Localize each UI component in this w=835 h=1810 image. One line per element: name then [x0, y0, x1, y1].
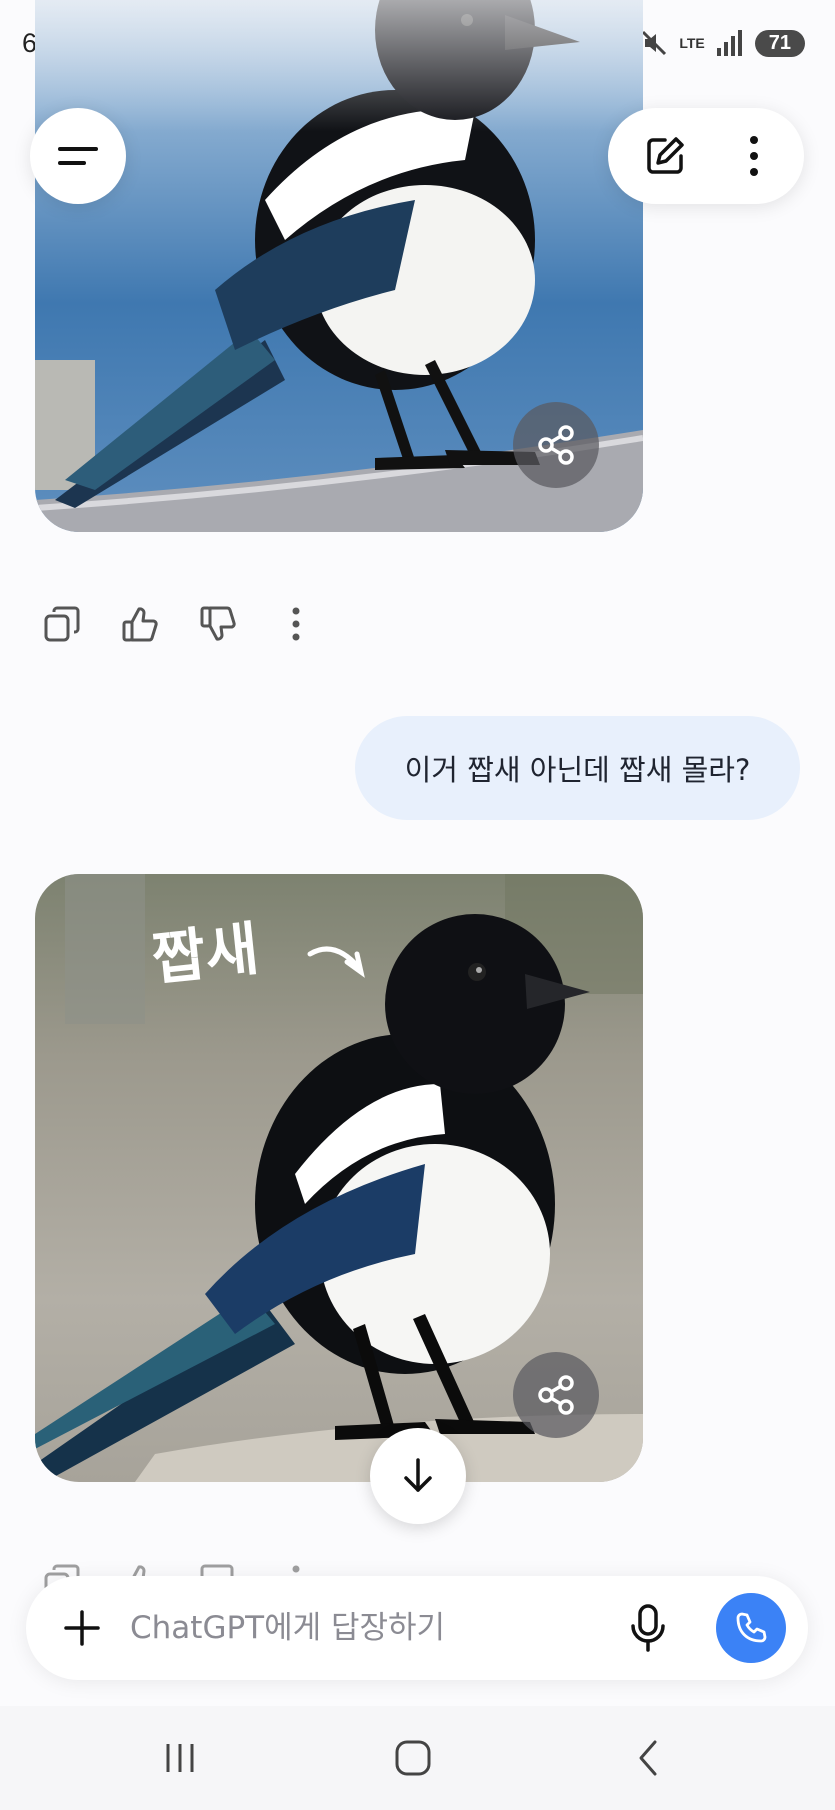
- system-navigation-bar: [0, 1706, 835, 1810]
- voice-call-button[interactable]: [716, 1593, 786, 1663]
- scroll-to-bottom-button[interactable]: [370, 1428, 466, 1524]
- generated-image-1[interactable]: [35, 0, 643, 532]
- share-image-button[interactable]: [513, 1352, 599, 1438]
- image-annotation: 짭새: [149, 915, 262, 994]
- voice-input-button[interactable]: [618, 1598, 678, 1658]
- message-input[interactable]: ChatGPT에게 답장하기: [130, 1576, 445, 1680]
- user-message-text: 이거 짭새 아닌데 짭새 몰라?: [404, 753, 751, 787]
- message-more-button[interactable]: [270, 598, 322, 650]
- signal-icon: [716, 30, 742, 56]
- add-attachment-button[interactable]: [52, 1598, 112, 1658]
- share-icon: [538, 425, 574, 465]
- network-type: LTE: [679, 34, 705, 51]
- thumbs-down-icon: [200, 606, 236, 641]
- copy-button[interactable]: [36, 598, 88, 650]
- status-icons: LTE 71: [639, 28, 805, 58]
- arrow-down-icon: [404, 1458, 432, 1492]
- back-button[interactable]: [608, 1726, 688, 1790]
- more-vertical-icon: [750, 136, 758, 176]
- more-vertical-icon: [292, 607, 300, 641]
- plus-icon: [64, 1610, 100, 1646]
- home-button[interactable]: [373, 1726, 453, 1790]
- thumbs-up-icon: [122, 607, 158, 642]
- more-options-button[interactable]: [718, 108, 790, 204]
- share-image-button[interactable]: [513, 402, 599, 488]
- back-icon: [639, 1740, 657, 1776]
- thumbs-down-button[interactable]: [192, 598, 244, 650]
- message-actions: [36, 598, 316, 654]
- new-chat-button[interactable]: [622, 108, 708, 204]
- thumbs-up-button[interactable]: [114, 598, 166, 650]
- home-icon: [395, 1740, 431, 1776]
- edit-icon: [647, 137, 684, 174]
- user-message-bubble: 이거 짭새 아닌데 짭새 몰라?: [355, 716, 800, 820]
- mute-icon: [642, 30, 667, 56]
- copy-icon: [44, 606, 80, 642]
- generated-image-2[interactable]: 짭새: [35, 874, 643, 1482]
- recent-apps-icon: [166, 1744, 194, 1772]
- phone-icon: [736, 1612, 767, 1643]
- battery-level: 71: [754, 29, 805, 57]
- share-icon: [538, 1375, 574, 1415]
- menu-icon: [30, 108, 126, 204]
- message-composer: ChatGPT에게 답장하기: [26, 1576, 808, 1680]
- header-actions: [608, 108, 804, 204]
- mic-icon: [631, 1604, 665, 1652]
- recent-apps-button[interactable]: [140, 1726, 220, 1790]
- menu-button[interactable]: [30, 108, 126, 204]
